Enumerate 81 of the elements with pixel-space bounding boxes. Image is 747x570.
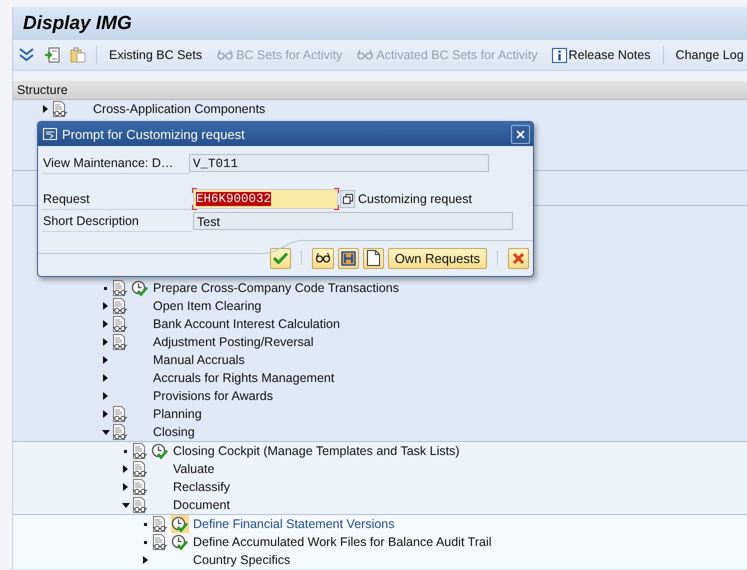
- collapsed-arrow-icon[interactable]: [103, 338, 108, 346]
- tree-item[interactable]: Bank Account Interest Calculation: [153, 317, 340, 331]
- clipboard-icon[interactable]: [70, 47, 86, 63]
- collapsed-arrow-icon[interactable]: [103, 302, 108, 310]
- document-glasses-icon: [132, 460, 148, 478]
- glasses-icon: [216, 49, 234, 61]
- clock-check-icon[interactable]: [131, 279, 149, 297]
- tree-item[interactable]: Adjustment Posting/Reversal: [153, 335, 314, 349]
- new-document-button[interactable]: [362, 248, 384, 268]
- transport-icon: [340, 250, 356, 266]
- collapsed-arrow-icon[interactable]: [123, 483, 128, 491]
- close-button[interactable]: [511, 124, 530, 144]
- check-icon: [272, 252, 288, 264]
- column-header: Structure: [13, 81, 747, 100]
- collapsed-arrow-icon[interactable]: [103, 356, 108, 364]
- request-type-text: Customizing request: [358, 192, 472, 206]
- dialog-title: Prompt for Customizing request: [62, 126, 245, 142]
- prompt-icon: [43, 128, 57, 140]
- document-glasses-icon: [112, 334, 128, 350]
- own-requests-button[interactable]: Own Requests: [388, 248, 487, 268]
- collapsed-arrow-icon[interactable]: [143, 556, 148, 564]
- readonly-field: Test: [193, 212, 513, 230]
- tree-item[interactable]: Country Specifics: [193, 553, 290, 567]
- document-glasses-icon: [152, 534, 168, 550]
- cancel-button[interactable]: [508, 248, 529, 268]
- blank-page-icon: [366, 250, 380, 266]
- confirm-button[interactable]: [270, 248, 291, 268]
- window-title: Display IMG: [13, 7, 747, 40]
- copy-icon: [342, 194, 352, 204]
- tree-item[interactable]: Prepare Cross-Company Code Transactions: [153, 281, 399, 295]
- tree-item[interactable]: Open Item Clearing: [153, 299, 262, 313]
- tree-item[interactable]: Accruals for Rights Management: [153, 371, 334, 385]
- clock-check-icon[interactable]: [151, 442, 169, 460]
- tree-item[interactable]: Manual Accruals: [153, 353, 245, 367]
- tree-item[interactable]: Planning: [153, 407, 202, 421]
- expand-all-icon[interactable]: [19, 48, 34, 62]
- toolbar-button[interactable]: Change Log: [674, 46, 746, 64]
- collapsed-arrow-icon[interactable]: [43, 105, 48, 113]
- tree-item[interactable]: Define Accumulated Work Files for Balance Audit Trail: [193, 535, 492, 549]
- collapsed-arrow-icon[interactable]: [103, 392, 108, 400]
- clock-check-icon[interactable]: [171, 515, 189, 533]
- tree-item[interactable]: Valuate: [173, 462, 214, 476]
- clock-check-icon[interactable]: [171, 533, 189, 551]
- info-icon: [552, 48, 567, 62]
- bullet-icon: [144, 522, 147, 526]
- document-glasses-icon: [132, 478, 148, 496]
- transport-button[interactable]: [338, 248, 359, 268]
- document-glasses-icon: [112, 316, 128, 332]
- document-glasses-icon: [132, 442, 148, 460]
- tree-item[interactable]: Document: [173, 498, 230, 512]
- tree-item[interactable]: Provisions for Awards: [153, 389, 273, 403]
- tree-item[interactable]: Cross-Application Components: [93, 102, 266, 116]
- collapsed-arrow-icon[interactable]: [103, 320, 108, 328]
- tree-item[interactable]: Closing Cockpit (Manage Templates and Task Lists): [173, 444, 460, 458]
- cancel-icon: [512, 252, 525, 264]
- document-glasses-icon: [52, 100, 68, 118]
- collapsed-arrow-icon[interactable]: [123, 465, 128, 473]
- collapsed-arrow-icon[interactable]: [103, 410, 108, 418]
- request-input-field[interactable]: EH6K900032: [193, 189, 338, 209]
- toolbar-button[interactable]: Release Notes: [550, 46, 653, 64]
- expanded-arrow-icon[interactable]: [122, 502, 130, 508]
- glasses-icon: [314, 252, 331, 264]
- document-glasses-icon: [112, 298, 128, 314]
- document-glasses-icon: [112, 424, 128, 440]
- tree-item[interactable]: Define Financial Statement Versions: [193, 517, 394, 531]
- toolbar-button[interactable]: Existing BC Sets: [107, 46, 204, 64]
- glasses-button[interactable]: [312, 248, 334, 268]
- tree-item[interactable]: Closing: [153, 425, 195, 439]
- bullet-icon: [144, 540, 147, 544]
- tree-item[interactable]: Reclassify: [173, 480, 230, 494]
- document-glasses-icon: [112, 406, 128, 422]
- glasses-icon: [356, 49, 374, 61]
- bullet-icon: [104, 286, 107, 290]
- collapsed-arrow-icon[interactable]: [103, 374, 108, 382]
- readonly-field: V_T011: [189, 154, 489, 172]
- bullet-icon: [124, 450, 127, 452]
- form-arrow-icon[interactable]: [44, 47, 60, 63]
- expanded-arrow-icon[interactable]: [102, 430, 110, 434]
- document-glasses-icon: [112, 280, 128, 296]
- close-icon: [516, 130, 525, 138]
- search-help-button[interactable]: [340, 190, 355, 208]
